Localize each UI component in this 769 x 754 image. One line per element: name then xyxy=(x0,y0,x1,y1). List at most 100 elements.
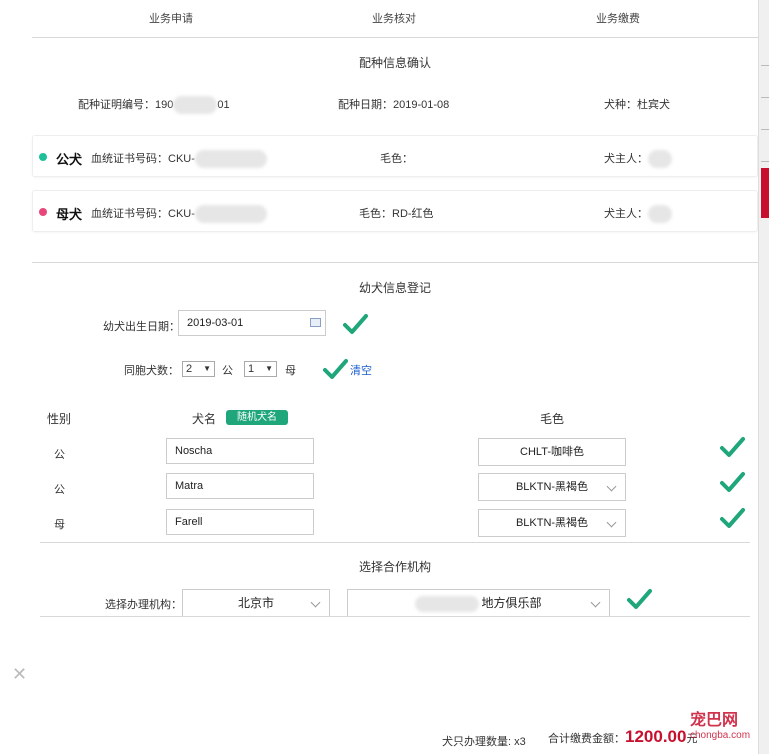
date-label: 配种日期： xyxy=(338,99,393,111)
redacted xyxy=(173,96,218,115)
breeding-cert: 配种证明编号：190 01 xyxy=(78,96,230,115)
cert-label: 配种证明编号： xyxy=(78,99,155,111)
side-tab[interactable] xyxy=(761,168,769,218)
row-gender: 公 xyxy=(54,449,65,461)
check-icon xyxy=(720,507,745,529)
date-value: 2019-01-08 xyxy=(393,99,450,111)
male-pedigree: 血统证书号码：CKU- xyxy=(91,150,267,169)
col-color: 毛色 xyxy=(540,412,565,426)
city-value: 北京市 xyxy=(237,596,274,610)
chevron-down-icon xyxy=(310,597,321,608)
close-icon[interactable]: ✕ xyxy=(12,664,27,685)
redacted xyxy=(415,595,480,612)
pedigree-label: 血统证书号码： xyxy=(91,153,168,165)
divider xyxy=(32,262,758,263)
col-gender: 性别 xyxy=(47,412,72,426)
puppy-color-value: BLKTN-黑褐色 xyxy=(515,517,589,529)
random-name-button[interactable]: 随机犬名 xyxy=(226,410,288,425)
divider xyxy=(761,129,769,130)
city-select[interactable]: 北京市 xyxy=(182,589,330,617)
breeding-title: 配种信息确认 xyxy=(358,56,431,70)
puppy-color-value: CHLT-咖啡色 xyxy=(520,446,584,458)
check-icon xyxy=(720,436,745,458)
total-label: 合计缴费金额： xyxy=(548,733,625,745)
female-owner: 犬主人： xyxy=(604,205,672,224)
divider xyxy=(32,37,758,38)
puppy-name-input[interactable]: Matra xyxy=(166,473,314,499)
male-label: 公犬 xyxy=(56,152,83,167)
total-value: 1200.00 xyxy=(625,727,687,746)
puppy-name-value: Matra xyxy=(175,480,204,492)
divider xyxy=(40,542,750,543)
chevron-down-icon xyxy=(606,481,617,492)
color-label: 毛色： xyxy=(380,153,413,165)
redacted xyxy=(194,205,267,224)
step-pay: 业务缴费 xyxy=(596,13,640,25)
org-label: 选择办理机构： xyxy=(105,599,182,611)
puppy-color-select[interactable]: BLKTN-黑褐色 xyxy=(478,509,626,537)
birth-date-input[interactable]: 2019-03-01 xyxy=(178,310,326,336)
breed-value: 杜宾犬 xyxy=(637,99,670,111)
chevron-down-icon xyxy=(590,597,601,608)
row-gender: 母 xyxy=(54,519,65,531)
check-icon xyxy=(343,313,368,335)
female-label: 母犬 xyxy=(56,207,83,222)
clear-link[interactable]: 清空 xyxy=(350,362,372,378)
check-icon xyxy=(627,588,652,610)
puppy-name-input[interactable]: Farell xyxy=(166,509,314,535)
female-unit: 母 xyxy=(285,365,296,377)
divider xyxy=(761,161,769,162)
male-count-select[interactable]: 2 ▼ xyxy=(182,361,215,377)
color-label: 毛色： xyxy=(359,208,392,220)
litter-label: 同胞犬数： xyxy=(124,365,179,377)
row-gender: 公 xyxy=(54,484,65,496)
redacted xyxy=(648,150,672,169)
dropdown-arrow-icon: ▼ xyxy=(203,364,211,373)
birth-date-value: 2019-03-01 xyxy=(187,317,244,329)
dialog-panel: 业务申请 业务核对 业务缴费 配种信息确认 配种证明编号：190 01 配种日期：… xyxy=(0,0,758,648)
male-dot xyxy=(39,153,47,161)
owner-label: 犬主人： xyxy=(604,208,648,220)
puppy-color-select[interactable]: BLKTN-黑褐色 xyxy=(478,473,626,501)
cert-suffix: 01 xyxy=(217,99,230,111)
org-title: 选择合作机构 xyxy=(358,560,431,574)
color-value: RD-红色 xyxy=(392,208,434,220)
redacted xyxy=(648,205,672,224)
male-color: 毛色： xyxy=(380,150,413,166)
dog-count: 犬只办理数量: x3 xyxy=(442,736,526,748)
female-color: 毛色：RD-红色 xyxy=(359,205,434,221)
col-name: 犬名 xyxy=(192,412,217,426)
female-count-value: 1 xyxy=(248,363,255,375)
female-count-select[interactable]: 1 ▼ xyxy=(244,361,277,377)
total-amount: 合计缴费金额：1200.00元 xyxy=(548,727,697,747)
pedigree-prefix: CKU- xyxy=(168,153,195,165)
female-pedigree: 血统证书号码：CKU- xyxy=(91,205,267,224)
club-select[interactable]: 地方俱乐部 xyxy=(347,589,610,617)
check-icon xyxy=(323,358,348,380)
birth-label: 幼犬出生日期： xyxy=(103,321,180,333)
divider xyxy=(761,97,769,98)
pedigree-prefix: CKU- xyxy=(168,208,195,220)
male-count-value: 2 xyxy=(186,363,193,375)
watermark-logo: 宠巴网 chongba.com xyxy=(690,706,750,741)
puppy-name-value: Noscha xyxy=(175,445,213,457)
redacted xyxy=(194,150,267,169)
male-dog-card: 公犬 血统证书号码：CKU- 毛色： 犬主人： xyxy=(32,135,758,177)
puppy-name-input[interactable]: Noscha xyxy=(166,438,314,464)
step-apply: 业务申请 xyxy=(149,13,193,25)
calendar-icon[interactable] xyxy=(310,318,321,327)
owner-label: 犬主人： xyxy=(604,153,648,165)
pedigree-label: 血统证书号码： xyxy=(91,208,168,220)
puppy-name-value: Farell xyxy=(175,516,203,528)
puppy-color-select[interactable]: CHLT-咖啡色 xyxy=(478,438,626,466)
male-owner: 犬主人： xyxy=(604,150,672,169)
female-dot xyxy=(39,208,47,216)
chevron-down-icon xyxy=(606,517,617,528)
puppy-title: 幼犬信息登记 xyxy=(358,281,431,295)
male-unit: 公 xyxy=(222,365,233,377)
breeding-date: 配种日期：2019-01-08 xyxy=(338,96,449,112)
female-dog-card: 母犬 血统证书号码：CKU- 毛色：RD-红色 犬主人： xyxy=(32,190,758,232)
puppy-color-value: BLKTN-黑褐色 xyxy=(515,481,589,493)
dropdown-arrow-icon: ▼ xyxy=(265,364,273,373)
cert-prefix: 190 xyxy=(155,99,174,111)
